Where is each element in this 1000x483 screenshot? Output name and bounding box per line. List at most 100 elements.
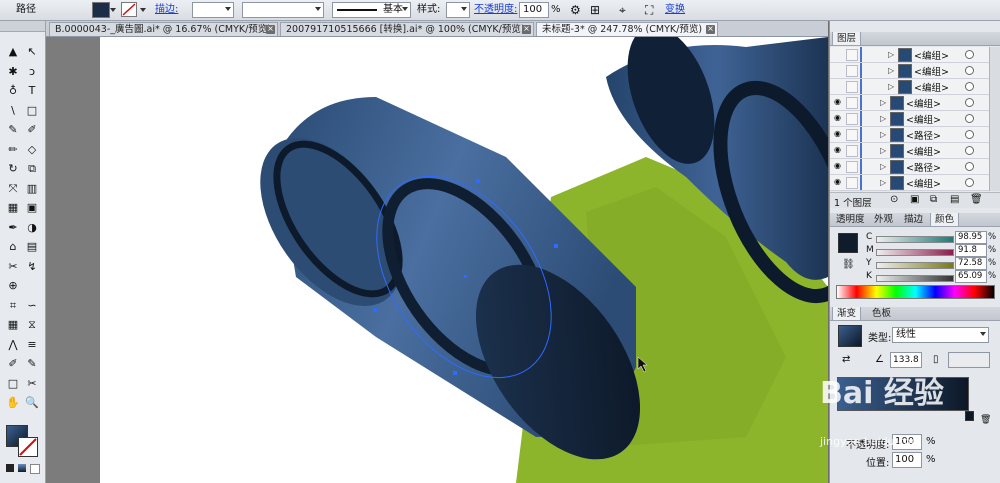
target-circle-icon[interactable]	[965, 146, 974, 155]
layer-row[interactable]: ▷ <编组>	[830, 79, 989, 95]
tab-document-1[interactable]: B.0000043-_廣告圖.ai* @ 16.67% (CMYK/预览) ×	[49, 22, 278, 36]
tool-button[interactable]: ⌗	[4, 297, 22, 315]
tool-button[interactable]: ▲	[4, 43, 22, 61]
expand-triangle-icon[interactable]: ▷	[880, 178, 886, 187]
tool-button[interactable]: □	[4, 375, 22, 393]
tab-document-2[interactable]: 200791710515666 [转换].ai* @ 100% (CMYK/预览…	[280, 22, 534, 36]
lock-toggle[interactable]	[846, 129, 858, 141]
lock-toggle[interactable]	[846, 145, 858, 157]
close-icon[interactable]: ×	[706, 25, 715, 34]
stroke-label[interactable]: 描边:	[155, 3, 178, 17]
stop-location-field[interactable]: 100	[892, 452, 922, 468]
tool-button[interactable]: ✐	[4, 355, 22, 373]
layer-row[interactable]: ◉ ▷ <编组>	[830, 175, 989, 191]
new-layer-icon[interactable]: ▤	[950, 194, 959, 205]
target-circle-icon[interactable]	[965, 162, 974, 171]
target-circle-icon[interactable]	[965, 178, 974, 187]
visibility-eye-icon[interactable]: ◉	[834, 178, 843, 186]
tool-button[interactable]: ✏	[4, 141, 22, 159]
layer-row[interactable]: ◉ ▷ <编组>	[830, 95, 989, 111]
new-sublayer-icon[interactable]: ⧉	[930, 194, 937, 205]
center-point[interactable]	[464, 275, 467, 278]
tool-button[interactable]: □	[23, 102, 41, 120]
tab-appearance[interactable]: 外观	[870, 213, 897, 226]
anchor-point[interactable]	[554, 244, 558, 248]
visibility-eye-icon[interactable]: ◉	[834, 162, 843, 170]
tool-button[interactable]: ⧉	[23, 160, 41, 178]
tool-button[interactable]: ✎	[4, 121, 22, 139]
canvas-area[interactable]	[46, 37, 828, 483]
color-spectrum[interactable]	[836, 285, 995, 299]
tab-gradient[interactable]: 渐变	[832, 307, 862, 320]
tool-button[interactable]: ▣	[23, 199, 41, 217]
layer-row[interactable]: ▷ <编组>	[830, 63, 989, 79]
tab-swatches[interactable]: 色板	[868, 307, 895, 320]
target-circle-icon[interactable]	[965, 98, 974, 107]
tool-button[interactable]: ⤧	[4, 180, 22, 198]
channel-value-field[interactable]: 91.8	[955, 244, 987, 257]
tab-color[interactable]: 颜色	[930, 213, 960, 226]
lock-toggle[interactable]	[846, 65, 858, 77]
tool-button[interactable]: T	[23, 82, 41, 100]
angle-field[interactable]: 133.8	[890, 352, 922, 368]
expand-triangle-icon[interactable]: ▷	[880, 114, 886, 123]
channel-value-field[interactable]: 98.95	[955, 231, 987, 244]
lock-toggle[interactable]	[846, 113, 858, 125]
target-circle-icon[interactable]	[965, 82, 974, 91]
transform-link[interactable]: 变换	[665, 3, 685, 17]
channel-slider[interactable]	[876, 275, 954, 282]
expand-triangle-icon[interactable]: ▷	[880, 98, 886, 107]
tool-button[interactable]: ↯	[23, 258, 41, 276]
visibility-eye-icon[interactable]: ◉	[834, 146, 843, 154]
none-mode-button[interactable]	[30, 464, 40, 474]
tool-button[interactable]: ✂	[23, 375, 41, 393]
tool-button[interactable]: 🔍	[23, 394, 41, 412]
target-circle-icon[interactable]	[965, 130, 974, 139]
channel-value-field[interactable]: 65.09	[955, 270, 987, 283]
reverse-gradient-icon[interactable]: ⇄	[842, 354, 850, 365]
tool-button[interactable]: ♁	[4, 82, 22, 100]
delete-layer-icon[interactable]: 🗑	[970, 194, 983, 205]
tool-button[interactable]: ◑	[23, 219, 41, 237]
brush-definition-field[interactable]: 基本	[332, 2, 411, 18]
channel-slider[interactable]	[876, 249, 954, 256]
tool-button[interactable]: ⧖	[23, 316, 41, 334]
visibility-eye-icon[interactable]: ◉	[834, 114, 843, 122]
tool-button[interactable]: ▥	[23, 180, 41, 198]
layers-scrollbar[interactable]	[989, 47, 1000, 191]
target-circle-icon[interactable]	[965, 50, 974, 59]
tool-button[interactable]: ▤	[23, 238, 41, 256]
tab-transparency[interactable]: 透明度	[832, 213, 869, 226]
tool-button[interactable]	[23, 277, 41, 295]
fill-dropdown-icon[interactable]	[110, 8, 116, 12]
lock-toggle[interactable]	[846, 161, 858, 173]
stroke-weight-field[interactable]	[192, 2, 234, 18]
expand-triangle-icon[interactable]: ▷	[880, 146, 886, 155]
anchor-point[interactable]	[453, 371, 457, 375]
tool-button[interactable]: ⊕	[4, 277, 22, 295]
style-dropdown[interactable]	[446, 2, 470, 18]
reference-point-icon[interactable]: ⌖	[619, 3, 626, 17]
artboard-svg[interactable]	[46, 37, 828, 483]
variable-width-field[interactable]	[242, 2, 324, 18]
expand-triangle-icon[interactable]: ▷	[888, 82, 894, 91]
tab-layers[interactable]: 图层	[832, 32, 862, 45]
tab-document-3[interactable]: 未标题-3* @ 247.78% (CMYK/预览) ×	[536, 22, 718, 36]
channel-value-field[interactable]: 72.58	[955, 257, 987, 270]
align-icon[interactable]: ⊞	[590, 3, 600, 17]
isolate-icon[interactable]: ⛶	[645, 3, 653, 17]
expand-triangle-icon[interactable]: ▷	[888, 66, 894, 75]
layer-row[interactable]: ◉ ▷ <编组>	[830, 143, 989, 159]
color-fill-box[interactable]	[838, 233, 858, 253]
target-circle-icon[interactable]	[965, 66, 974, 75]
layer-row[interactable]: ◉ ▷ <编组>	[830, 111, 989, 127]
tool-button[interactable]: ✎	[23, 355, 41, 373]
tool-button[interactable]: ✱	[4, 63, 22, 81]
visibility-eye-icon[interactable]: ◉	[834, 98, 843, 106]
lock-toggle[interactable]	[846, 81, 858, 93]
visibility-eye-icon[interactable]	[834, 50, 843, 58]
visibility-eye-icon[interactable]	[834, 82, 843, 90]
tool-button[interactable]: ⌂	[4, 238, 22, 256]
stroke-dropdown-icon[interactable]	[140, 8, 146, 12]
tool-button[interactable]: ↄ	[23, 63, 41, 81]
